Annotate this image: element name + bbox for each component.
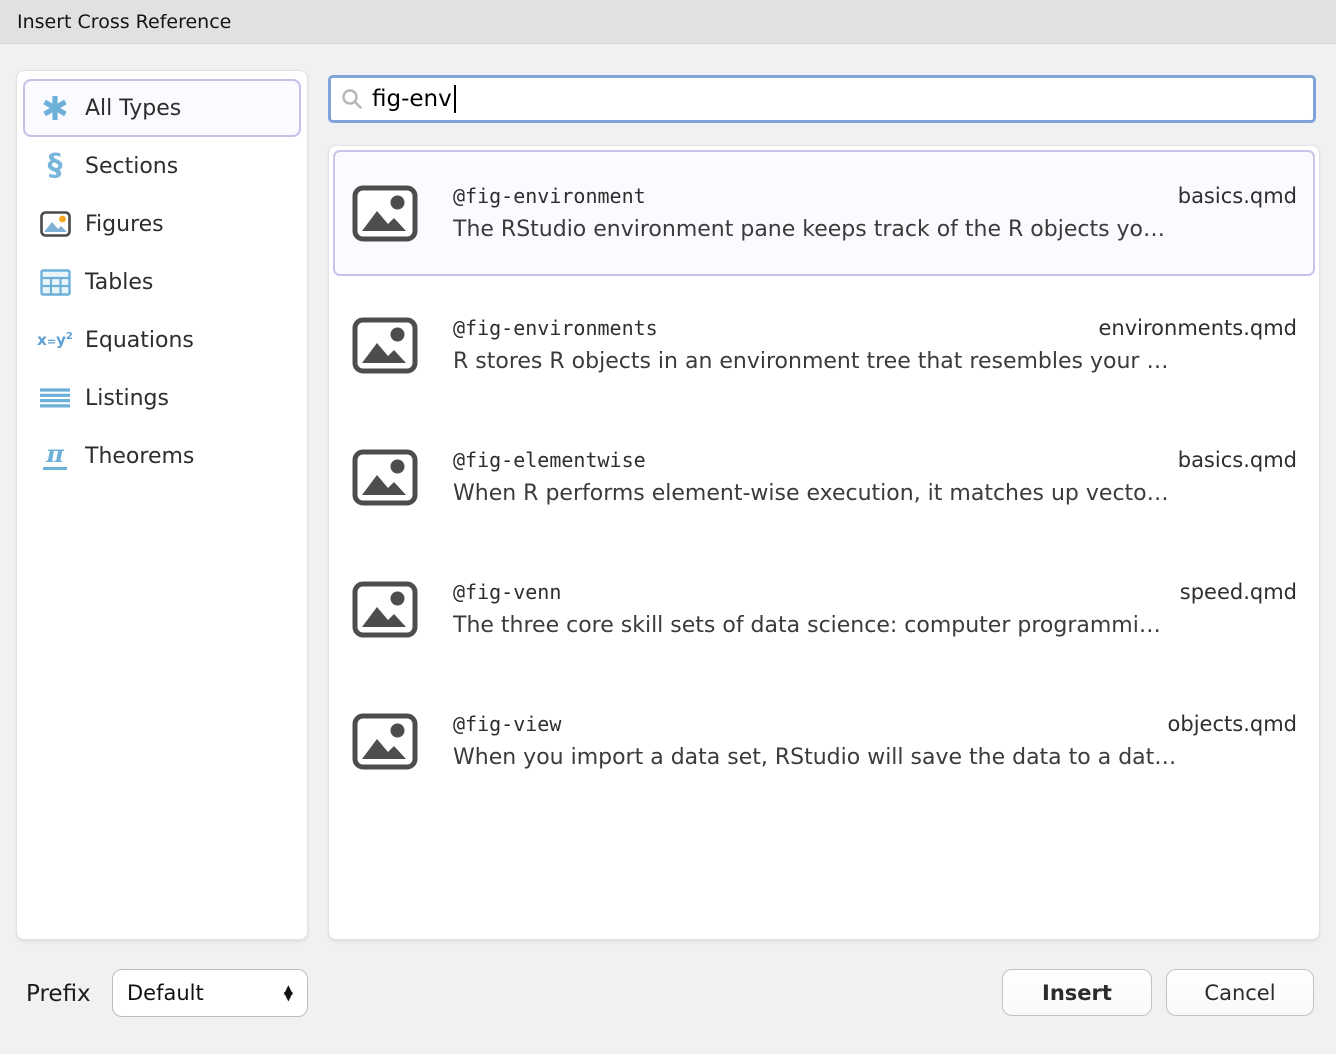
- result-row-2[interactable]: @fig-elementwise basics.qmd When R perfo…: [333, 414, 1315, 540]
- result-id: @fig-view: [453, 712, 561, 736]
- sidebar-item-label: Tables: [85, 270, 153, 295]
- prefix-label: Prefix: [26, 981, 91, 1007]
- sidebar-item-3[interactable]: Tables: [23, 253, 301, 311]
- result-id: @fig-environment: [453, 184, 646, 208]
- result-row-1[interactable]: @fig-environments environments.qmd R sto…: [333, 282, 1315, 408]
- section-icon: §: [33, 151, 77, 181]
- prefix-dropdown-value: Default: [127, 981, 204, 1005]
- asterisk-icon: ✱: [33, 92, 77, 125]
- sidebar-item-label: Figures: [85, 212, 164, 237]
- dialog-title: Insert Cross Reference: [17, 11, 231, 33]
- result-file: environments.qmd: [1099, 316, 1297, 340]
- result-description: When you import a data set, RStudio will…: [453, 745, 1297, 770]
- magnifier-icon: [341, 88, 363, 110]
- figure-icon: [33, 211, 77, 237]
- image-icon: [351, 581, 419, 638]
- sidebar-item-label: Listings: [85, 386, 169, 411]
- result-description: When R performs element-wise execution, …: [453, 481, 1297, 506]
- sidebar-item-6[interactable]: π Theorems: [23, 427, 301, 485]
- result-description: The three core skill sets of data scienc…: [453, 613, 1297, 638]
- result-row-4[interactable]: @fig-view objects.qmd When you import a …: [333, 678, 1315, 804]
- sidebar-item-4[interactable]: x=y2 Equations: [23, 311, 301, 369]
- sidebar-item-5[interactable]: Listings: [23, 369, 301, 427]
- dialog-title-bar: Insert Cross Reference: [0, 0, 1336, 44]
- result-file: basics.qmd: [1178, 184, 1297, 208]
- search-query-text: fig-env: [372, 86, 452, 112]
- result-id: @fig-venn: [453, 580, 561, 604]
- result-file: basics.qmd: [1178, 448, 1297, 472]
- equation-icon: x=y2: [33, 332, 77, 348]
- sidebar-item-label: Sections: [85, 154, 178, 179]
- image-icon: [351, 317, 419, 374]
- type-filter-sidebar: ✱ All Types § Sections Figures Tables x=…: [16, 70, 308, 940]
- image-icon: [351, 713, 419, 770]
- dropdown-spinner-icon: ▲▼: [284, 986, 293, 1001]
- search-input[interactable]: fig-env: [328, 75, 1316, 123]
- result-row-3[interactable]: @fig-venn speed.qmd The three core skill…: [333, 546, 1315, 672]
- sidebar-item-label: All Types: [85, 96, 181, 121]
- result-description: R stores R objects in an environment tre…: [453, 349, 1297, 374]
- result-id: @fig-environments: [453, 316, 658, 340]
- cross-reference-results-list: @fig-environment basics.qmd The RStudio …: [328, 145, 1320, 940]
- text-caret: [454, 85, 456, 113]
- listing-icon: [33, 387, 77, 409]
- sidebar-item-label: Theorems: [85, 444, 194, 469]
- result-file: speed.qmd: [1180, 580, 1297, 604]
- image-icon: [351, 185, 419, 242]
- cancel-button[interactable]: Cancel: [1166, 969, 1314, 1016]
- prefix-dropdown[interactable]: Default ▲▼: [112, 969, 308, 1017]
- sidebar-item-0[interactable]: ✱ All Types: [23, 79, 301, 137]
- result-row-0[interactable]: @fig-environment basics.qmd The RStudio …: [333, 150, 1315, 276]
- result-description: The RStudio environment pane keeps track…: [453, 217, 1297, 242]
- result-id: @fig-elementwise: [453, 448, 646, 472]
- sidebar-item-2[interactable]: Figures: [23, 195, 301, 253]
- table-icon: [33, 269, 77, 296]
- result-file: objects.qmd: [1168, 712, 1297, 736]
- image-icon: [351, 449, 419, 506]
- insert-button[interactable]: Insert: [1002, 969, 1152, 1016]
- theorem-icon: π: [33, 442, 77, 470]
- sidebar-item-1[interactable]: § Sections: [23, 137, 301, 195]
- sidebar-item-label: Equations: [85, 328, 194, 353]
